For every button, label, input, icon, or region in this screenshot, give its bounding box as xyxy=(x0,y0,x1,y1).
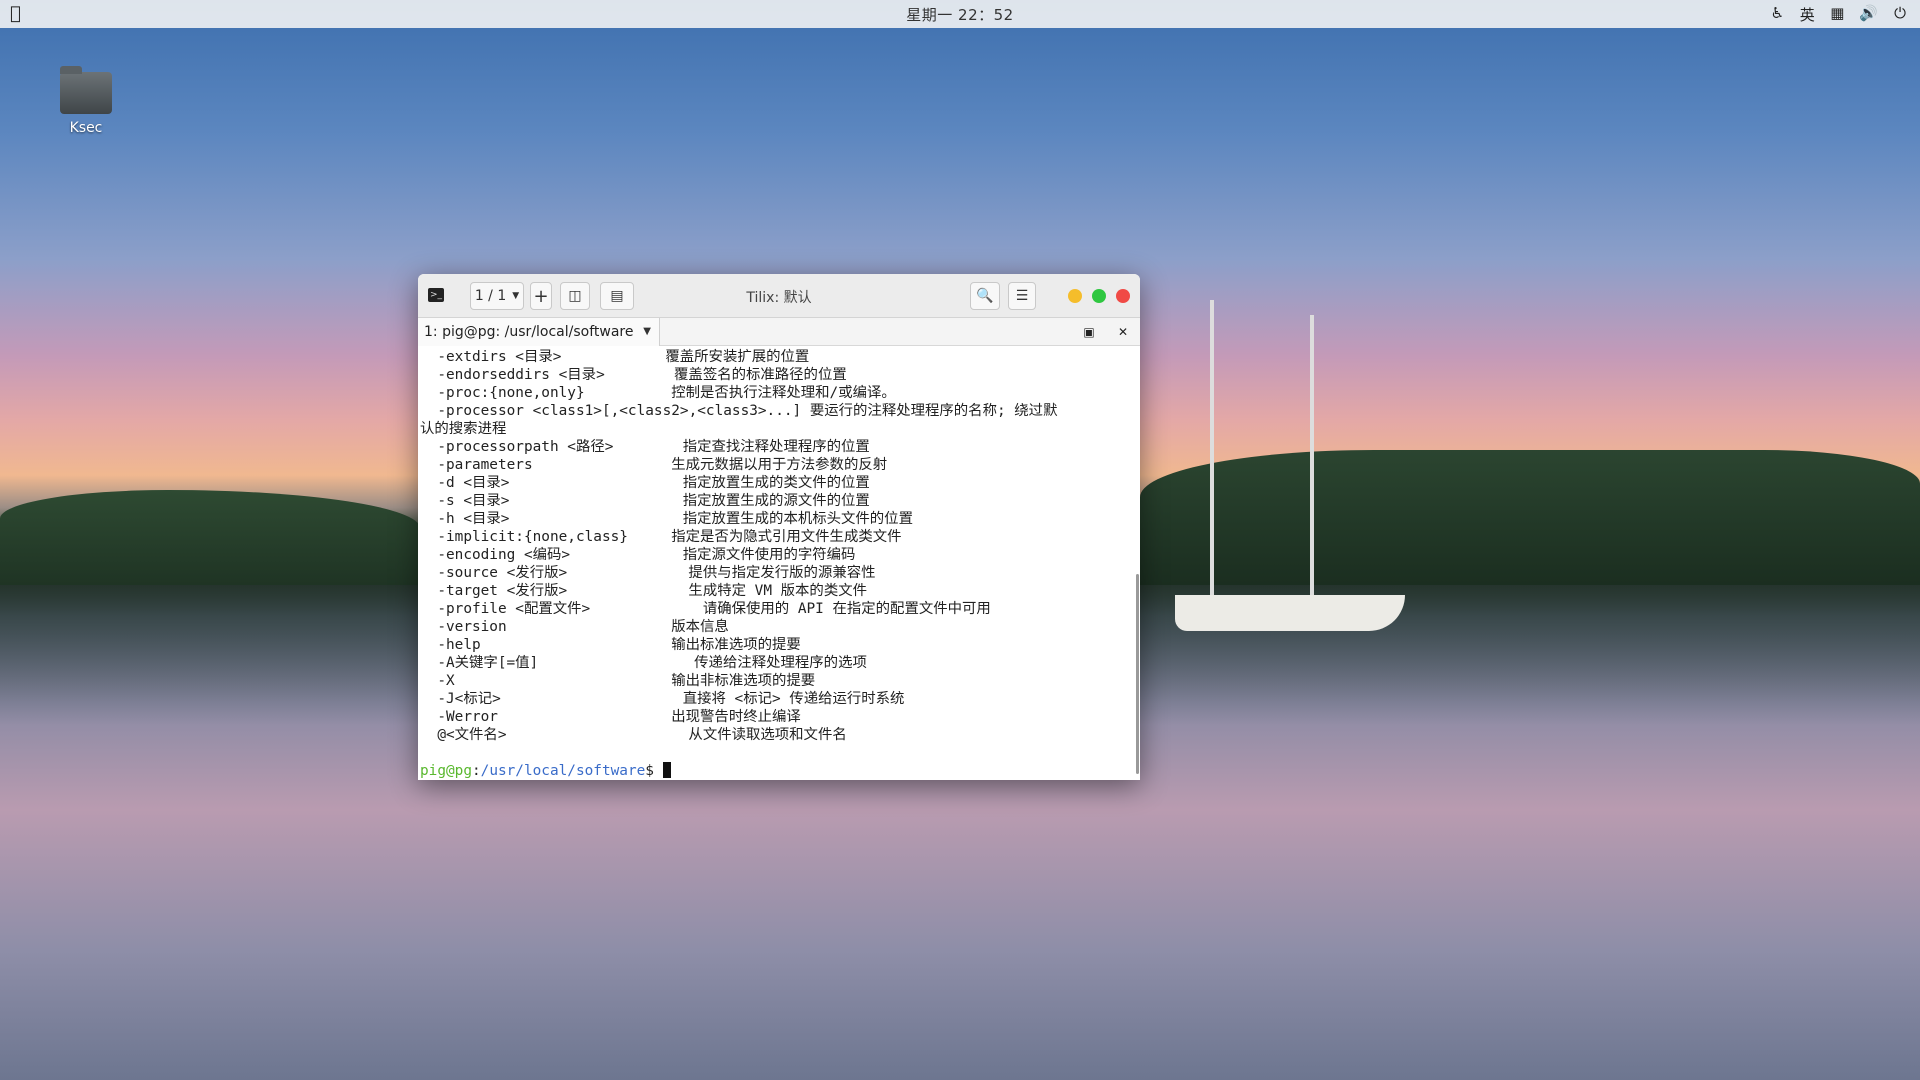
top-panel:  星期一 22：52 ♿ 英 ▦ 🔊 ⏻ xyxy=(0,0,1920,28)
maximize-button[interactable] xyxy=(1092,289,1106,303)
terminal-line: -encoding <编码> 指定源文件使用的字符编码 xyxy=(420,547,856,563)
network-icon[interactable]: ▦ xyxy=(1829,4,1845,25)
close-terminal-icon[interactable]: ✕ xyxy=(1108,318,1138,346)
search-icon[interactable]: 🔍 xyxy=(970,282,1000,310)
terminal-line: @<文件名> 从文件读取选项和文件名 xyxy=(420,727,847,743)
prompt-path: /usr/local/software xyxy=(480,763,646,779)
terminal-line: 认的搜索进程 xyxy=(420,421,507,437)
terminal-window: >_ 1 / 1 ▼ + ◫ ▤ Tilix: 默认 🔍 ☰ 1: pig@pg… xyxy=(418,274,1140,780)
terminal-line: -d <目录> 指定放置生成的类文件的位置 xyxy=(420,475,870,491)
terminal-scrollbar[interactable] xyxy=(1136,574,1139,774)
power-icon[interactable]: ⏻ xyxy=(1892,4,1908,25)
folder-icon xyxy=(60,66,112,114)
terminal-line: -processorpath <路径> 指定查找注释处理程序的位置 xyxy=(420,439,870,455)
minimize-button[interactable] xyxy=(1068,289,1082,303)
terminal-line: -version 版本信息 xyxy=(420,619,729,635)
terminal-line: -source <发行版> 提供与指定发行版的源兼容性 xyxy=(420,565,876,581)
terminal-line: -s <目录> 指定放置生成的源文件的位置 xyxy=(420,493,870,509)
terminal-line: -extdirs <目录> 覆盖所安装扩展的位置 xyxy=(420,349,810,365)
chevron-down-icon[interactable]: ▼ xyxy=(643,318,651,346)
wallpaper-sailboat xyxy=(1175,595,1405,631)
terminal-line: -parameters 生成元数据以用于方法参数的反射 xyxy=(420,457,888,473)
wallpaper-mast xyxy=(1210,300,1214,600)
terminal-tabbar: 1: pig@pg: /usr/local/software ▼ ▣ ✕ xyxy=(418,318,1140,346)
accessibility-icon[interactable]: ♿ xyxy=(1769,4,1785,25)
terminal-line: -proc:{none,only} 控制是否执行注释处理和/或编译。 xyxy=(420,385,896,401)
window-titlebar[interactable]: >_ 1 / 1 ▼ + ◫ ▤ Tilix: 默认 🔍 ☰ xyxy=(418,274,1140,318)
terminal-line: -help 输出标准选项的提要 xyxy=(420,637,801,653)
desktop-icon-label: Ksec xyxy=(69,120,103,136)
terminal-line: -endorseddirs <目录> 覆盖签名的标准路径的位置 xyxy=(420,367,847,383)
close-button[interactable] xyxy=(1116,289,1130,303)
wallpaper-mast xyxy=(1310,315,1314,600)
desktop-icon-ksec[interactable]: Ksec xyxy=(56,66,116,136)
terminal-cursor xyxy=(662,762,671,778)
wallpaper-trees-left xyxy=(0,490,420,585)
terminal-tab-title: 1: pig@pg: /usr/local/software xyxy=(424,324,634,340)
volume-icon[interactable]: 🔊 xyxy=(1859,4,1878,25)
terminal-line: -Werror 出现警告时终止编译 xyxy=(420,709,801,725)
input-method-indicator[interactable]: 英 xyxy=(1799,4,1815,25)
terminal-line: -target <发行版> 生成特定 VM 版本的类文件 xyxy=(420,583,867,599)
wallpaper-trees-right xyxy=(1140,450,1920,585)
terminal-tab[interactable]: 1: pig@pg: /usr/local/software ▼ xyxy=(418,318,660,346)
terminal-line: -processor <class1>[,<class2>,<class3>..… xyxy=(420,403,1058,419)
terminal-prompt[interactable]: pig@pg:/usr/local/software$ xyxy=(420,762,1140,780)
terminal-line: -A关键字[=值] 传递给注释处理程序的选项 xyxy=(420,655,867,671)
prompt-symbol: $ xyxy=(645,763,663,779)
prompt-user: pig@pg xyxy=(420,763,472,779)
system-tray: ♿ 英 ▦ 🔊 ⏻ xyxy=(1769,4,1908,25)
apple-logo-icon[interactable]:  xyxy=(10,3,21,24)
prompt-separator: : xyxy=(471,763,481,779)
clock[interactable]: 星期一 22：52 xyxy=(906,4,1013,25)
terminal-line: -h <目录> 指定放置生成的本机标头文件的位置 xyxy=(420,511,913,527)
hamburger-menu-icon[interactable]: ☰ xyxy=(1008,282,1036,310)
maximize-terminal-icon[interactable]: ▣ xyxy=(1074,318,1104,346)
terminal-line: -J<标记> 直接将 <标记> 传递给运行时系统 xyxy=(420,691,905,707)
terminal-line: -X 输出非标准选项的提要 xyxy=(420,673,816,689)
terminal-output[interactable]: -extdirs <目录> 覆盖所安装扩展的位置 -endorseddirs <… xyxy=(418,346,1140,780)
terminal-line: -implicit:{none,class} 指定是否为隐式引用文件生成类文件 xyxy=(420,529,902,545)
terminal-line: -profile <配置文件> 请确保使用的 API 在指定的配置文件中可用 xyxy=(420,601,991,617)
